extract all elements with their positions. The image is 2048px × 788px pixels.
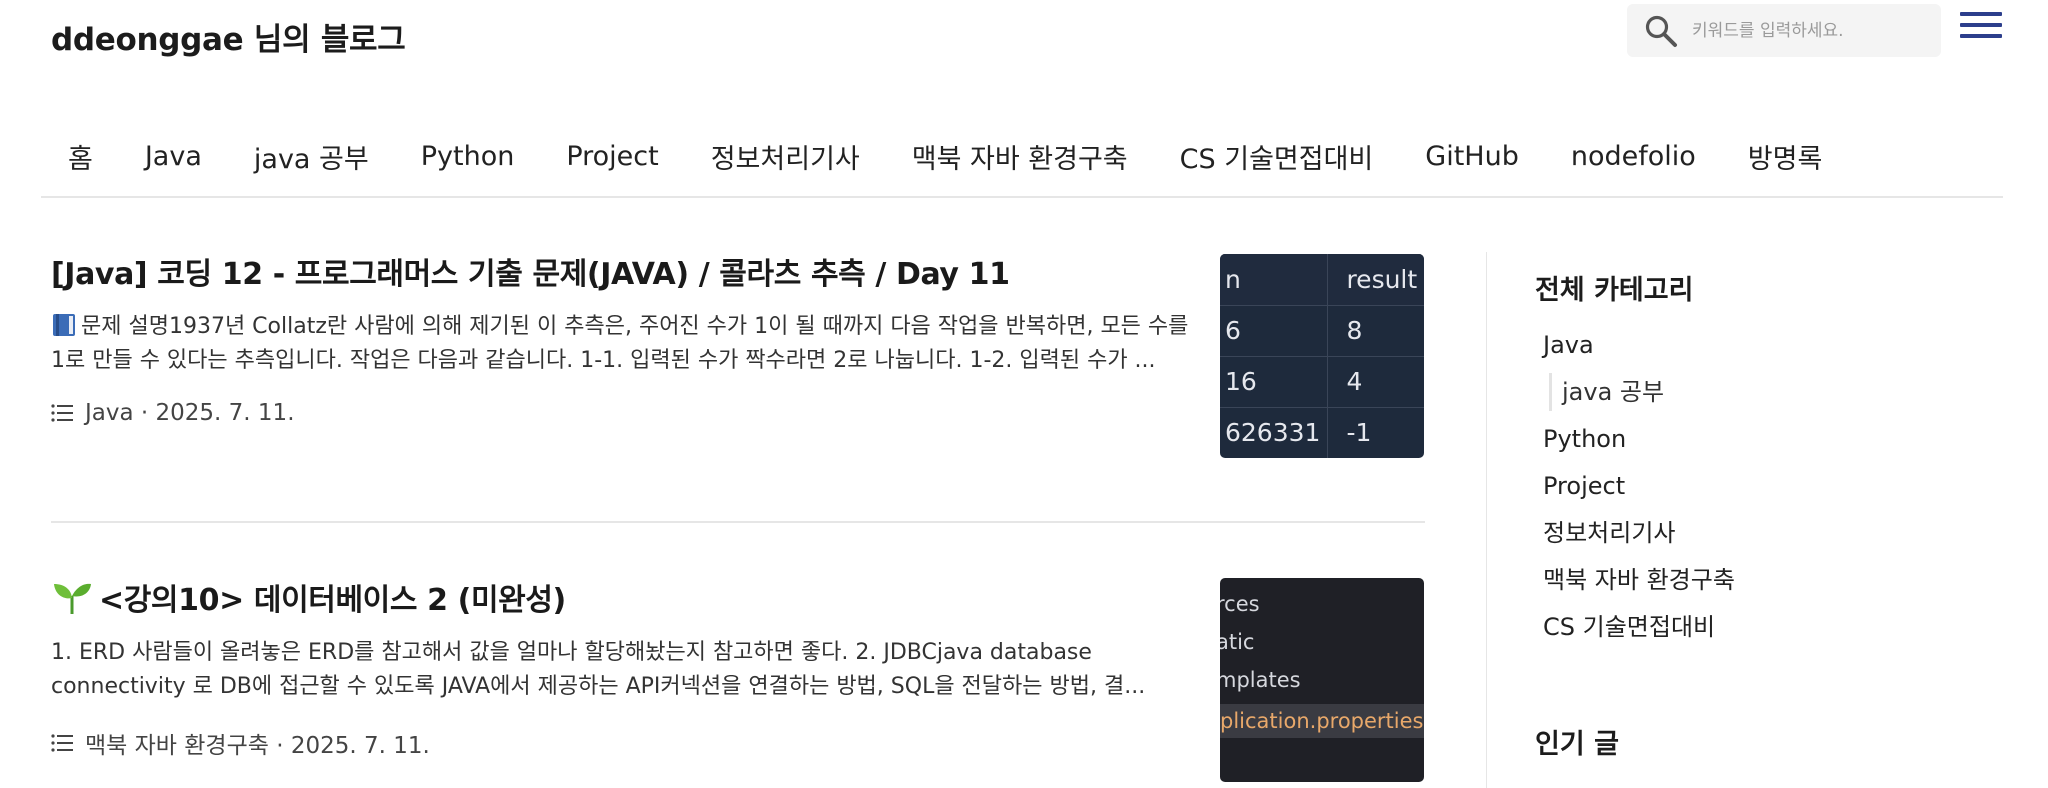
nav-item-guestbook[interactable]: 방명록 [1722, 137, 1849, 176]
nav-item-nodefolio[interactable]: nodefolio [1545, 141, 1722, 172]
search-input[interactable] [1692, 20, 1932, 41]
category-item-java-study[interactable]: java 공부 [1549, 373, 1735, 411]
category-item-python[interactable]: Python [1543, 420, 1735, 467]
category-item-project[interactable]: Project [1543, 467, 1735, 514]
sprout-icon [54, 583, 91, 614]
thumb-cell: 6 [1220, 305, 1329, 357]
nav-divider [41, 196, 2003, 198]
blog-page: ddeonggae 님의 블로그 홈 Java java 공부 Python P… [0, 0, 2048, 788]
sidebar-divider [1486, 252, 1487, 788]
nav-item-java[interactable]: Java [119, 141, 228, 172]
post-divider [51, 521, 1425, 523]
post-excerpt: 1. ERD 사람들이 올려놓은 ERD를 참고해서 값을 얼마나 할당해놨는지… [51, 640, 1146, 699]
nav-item-macbook-java[interactable]: 맥북 자바 환경구축 [886, 137, 1154, 176]
post-thumbnail[interactable]: n result 6 8 16 4 626331 -1 [1220, 254, 1424, 458]
thumb-cell: 626331 [1220, 407, 1329, 458]
list-icon [51, 404, 73, 422]
nav-item-java-study[interactable]: java 공부 [228, 137, 395, 176]
nav-item-project[interactable]: Project [540, 141, 684, 172]
thumb-code-line: mplates [1220, 668, 1301, 692]
thumb-cell: -1 [1327, 407, 1424, 458]
category-list: Java java 공부 Python Project 정보처리기사 맥북 자바… [1543, 326, 1735, 655]
site-title[interactable]: ddeonggae 님의 블로그 [51, 14, 406, 59]
thumb-code-line-highlighted: plication.properties [1220, 704, 1424, 738]
thumb-code-line: atic [1220, 630, 1255, 654]
post-title[interactable]: <강의10> 데이터베이스 2 (미완성) [51, 580, 1425, 620]
post-item[interactable]: [Java] 코딩 12 - 프로그래머스 기출 문제(JAVA) / 콜라츠 … [51, 256, 1425, 426]
nav-item-python[interactable]: Python [395, 141, 541, 172]
thumb-cell: 8 [1327, 305, 1424, 357]
thumb-code-line: rces [1220, 592, 1260, 616]
post-item[interactable]: <강의10> 데이터베이스 2 (미완성) 1. ERD 사람들이 올려놓은 E… [51, 580, 1425, 760]
thumb-header-cell: n [1220, 254, 1329, 306]
menu-icon[interactable] [1960, 12, 2002, 46]
categories-title: 전체 카테고리 [1535, 275, 1694, 306]
category-item-java[interactable]: Java [1543, 326, 1735, 373]
search-box[interactable] [1627, 4, 1941, 57]
list-icon [51, 734, 73, 752]
nav-item-cs-interview[interactable]: CS 기술면접대비 [1154, 137, 1400, 176]
thumbnail-table: n result 6 8 16 4 626331 -1 [1220, 254, 1424, 458]
post-meta: Java · 2025. 7. 11. [51, 400, 1425, 426]
post-title-text[interactable]: <강의10> 데이터베이스 2 (미완성) [99, 583, 566, 618]
post-meta-text: 맥북 자바 환경구축 · 2025. 7. 11. [85, 733, 430, 759]
book-icon [53, 314, 75, 336]
category-item-info-processing[interactable]: 정보처리기사 [1543, 514, 1735, 561]
popular-posts-title: 인기 글 [1535, 729, 1619, 760]
post-meta: 맥북 자바 환경구축 · 2025. 7. 11. [51, 726, 1425, 760]
post-excerpt: 문제 설명1937년 Collatz란 사람에 의해 제기된 이 추측은, 주어… [51, 310, 1191, 378]
thumb-cell: 4 [1327, 356, 1424, 408]
post-title[interactable]: [Java] 코딩 12 - 프로그래머스 기출 문제(JAVA) / 콜라츠 … [51, 256, 1425, 294]
post-excerpt-text: 문제 설명1937년 Collatz란 사람에 의해 제기된 이 추측은, 주어… [51, 314, 1189, 373]
post-thumbnail[interactable]: rces atic mplates plication.properties [1220, 578, 1424, 782]
post-meta-text: Java · 2025. 7. 11. [85, 400, 295, 426]
thumb-cell: 16 [1220, 356, 1329, 408]
search-icon[interactable] [1644, 14, 1678, 48]
nav-item-home[interactable]: 홈 [41, 137, 119, 176]
main-nav: 홈 Java java 공부 Python Project 정보처리기사 맥북 … [41, 120, 1848, 192]
nav-item-info-processing[interactable]: 정보처리기사 [685, 137, 886, 176]
thumb-header-cell: result [1327, 254, 1424, 306]
category-item-cs-interview[interactable]: CS 기술면접대비 [1543, 608, 1735, 655]
nav-item-github[interactable]: GitHub [1399, 141, 1545, 172]
category-item-macbook-java[interactable]: 맥북 자바 환경구축 [1543, 561, 1735, 608]
